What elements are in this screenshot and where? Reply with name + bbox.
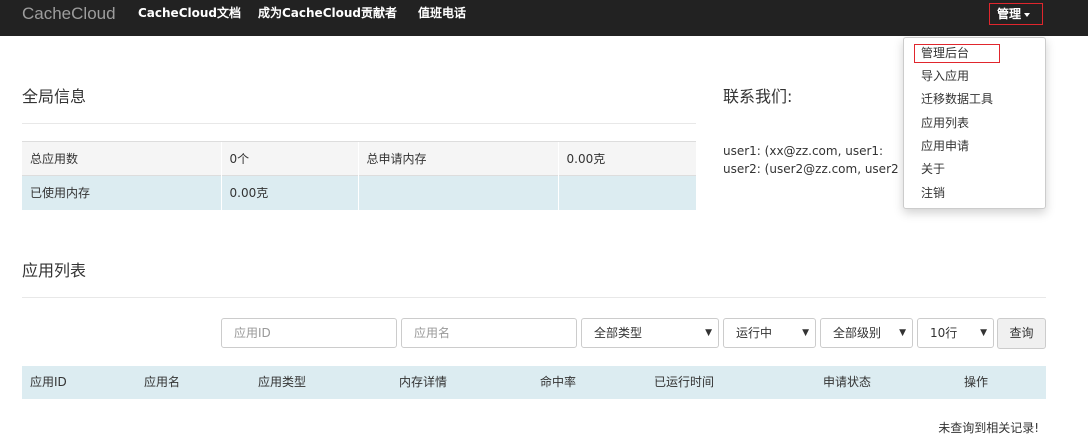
label-total-apps: 总应用数 [22,141,221,176]
manage-dropdown-menu: 管理后台 导入应用 迁移数据工具 应用列表 应用申请 关于 注销 [903,37,1046,209]
column-header-apply-status[interactable]: 申请状态 [823,366,871,399]
manage-menu-toggle[interactable]: 管理 [989,3,1043,25]
table-row: 已使用内存 0.00克 [22,175,696,210]
app-name-input[interactable]: 应用名 [401,318,577,348]
query-button[interactable]: 查询 [997,318,1046,349]
app-level-select[interactable]: 全部级别 ▼ [820,318,913,348]
menu-item-admin-console[interactable]: 管理后台 [914,44,1000,63]
value-total-apps: 0个 [220,141,358,176]
menu-item-about[interactable]: 关于 [921,162,945,176]
column-header-actions[interactable]: 操作 [964,366,988,399]
empty-cell [557,175,696,210]
menu-item-logout[interactable]: 注销 [921,186,945,200]
contact-line-user1: user1: (xx@zz.com, user1: [723,144,884,158]
column-header-memory-detail[interactable]: 内存详情 [399,366,447,399]
select-arrow-icon: ▼ [802,328,809,338]
caret-down-icon [1024,12,1031,17]
select-arrow-icon: ▼ [980,328,987,338]
nav-link-duty-phone[interactable]: 值班电话 [418,6,466,20]
app-list-title: 应用列表 [22,261,87,280]
column-header-app-name[interactable]: 应用名 [144,366,180,399]
column-header-app-id[interactable]: 应用ID [30,366,67,399]
column-header-app-type[interactable]: 应用类型 [258,366,306,399]
select-arrow-icon: ▼ [705,328,712,338]
app-type-selected: 全部类型 [594,326,643,340]
select-arrow-icon: ▼ [899,328,906,338]
manage-menu-label: 管理 [997,7,1022,21]
value-total-requested-memory: 0.00克 [557,141,696,176]
contact-title: 联系我们: [723,87,793,106]
app-list-table-header: 应用ID 应用名 应用类型 内存详情 命中率 已运行时间 申请状态 操作 [22,366,1046,399]
divider [22,123,696,124]
column-header-uptime[interactable]: 已运行时间 [654,366,714,399]
app-type-select[interactable]: 全部类型 ▼ [581,318,719,348]
global-info-title: 全局信息 [22,87,87,106]
menu-item-migrate-tool[interactable]: 迁移数据工具 [921,92,993,106]
app-id-input[interactable]: 应用ID [221,318,397,348]
divider [22,297,1046,298]
top-navbar: CacheCloud CacheCloud文档 成为CacheCloud贡献者 … [0,0,1088,36]
app-status-selected: 运行中 [736,326,773,340]
empty-result-message: 未查询到相关记录! [938,421,1039,435]
column-header-hit-rate[interactable]: 命中率 [540,366,576,399]
value-used-memory: 0.00克 [220,175,358,210]
label-total-requested-memory: 总申请内存 [357,141,558,176]
label-used-memory: 已使用内存 [22,175,221,210]
menu-item-app-apply[interactable]: 应用申请 [921,139,969,153]
app-status-select[interactable]: 运行中 ▼ [723,318,816,348]
app-level-selected: 全部级别 [833,326,882,340]
empty-cell [357,175,558,210]
nav-link-contributor[interactable]: 成为CacheCloud贡献者 [258,6,397,20]
table-row: 总应用数 0个 总申请内存 0.00克 [22,141,696,176]
brand-logo[interactable]: CacheCloud [22,4,116,24]
page-size-select[interactable]: 10行 ▼ [917,318,994,348]
menu-item-app-list[interactable]: 应用列表 [921,116,969,130]
contact-line-user2: user2: (user2@zz.com, user2 [723,162,899,176]
page-size-selected: 10行 [930,326,958,340]
nav-link-docs[interactable]: CacheCloud文档 [138,6,241,20]
menu-item-import-app[interactable]: 导入应用 [921,69,969,83]
global-info-table: 总应用数 0个 总申请内存 0.00克 已使用内存 0.00克 [22,141,696,210]
